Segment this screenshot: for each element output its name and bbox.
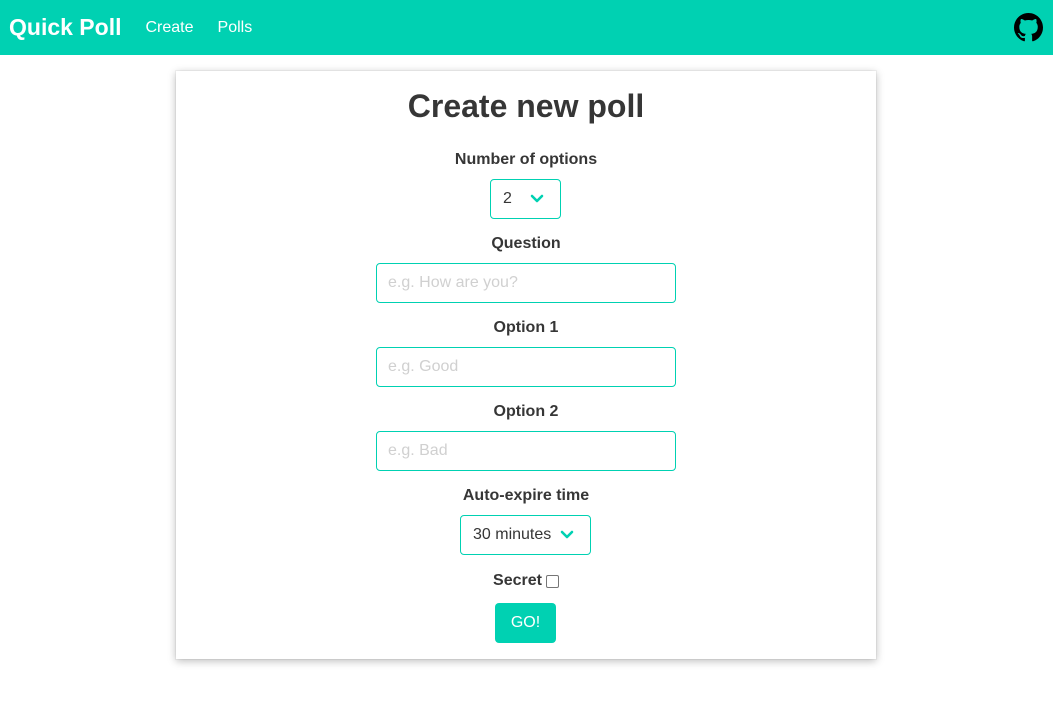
secret-label: Secret xyxy=(493,572,542,589)
num-options-label: Number of options xyxy=(454,151,598,168)
option-2-input[interactable] xyxy=(376,431,676,471)
question-label: Question xyxy=(491,235,561,252)
secret-checkbox[interactable] xyxy=(545,574,559,588)
page-title: Create new poll xyxy=(407,88,645,124)
num-options-value: 2 xyxy=(503,190,512,207)
submit-button[interactable]: GO! xyxy=(495,603,556,643)
expire-time-value: 30 minutes xyxy=(473,526,552,543)
chevron-down-icon xyxy=(530,194,544,203)
expire-time-label: Auto-expire time xyxy=(462,487,590,504)
top-navbar: Quick Poll Create Polls xyxy=(0,0,1053,55)
create-poll-card: Create new poll Number of options 2 Ques… xyxy=(176,71,876,659)
option-2-label: Option 2 xyxy=(493,403,559,420)
num-options-select[interactable]: 2 xyxy=(490,179,561,219)
chevron-down-icon xyxy=(560,530,574,539)
nav-link-polls[interactable]: Polls xyxy=(218,19,253,37)
expire-time-select[interactable]: 30 minutes xyxy=(460,515,591,555)
github-icon[interactable] xyxy=(1014,13,1043,42)
secret-row: Secret xyxy=(176,572,876,590)
nav-link-create[interactable]: Create xyxy=(145,19,193,37)
question-input[interactable] xyxy=(376,263,676,303)
option-1-label: Option 1 xyxy=(493,319,559,336)
option-1-input[interactable] xyxy=(376,347,676,387)
brand-logo[interactable]: Quick Poll xyxy=(9,14,121,41)
